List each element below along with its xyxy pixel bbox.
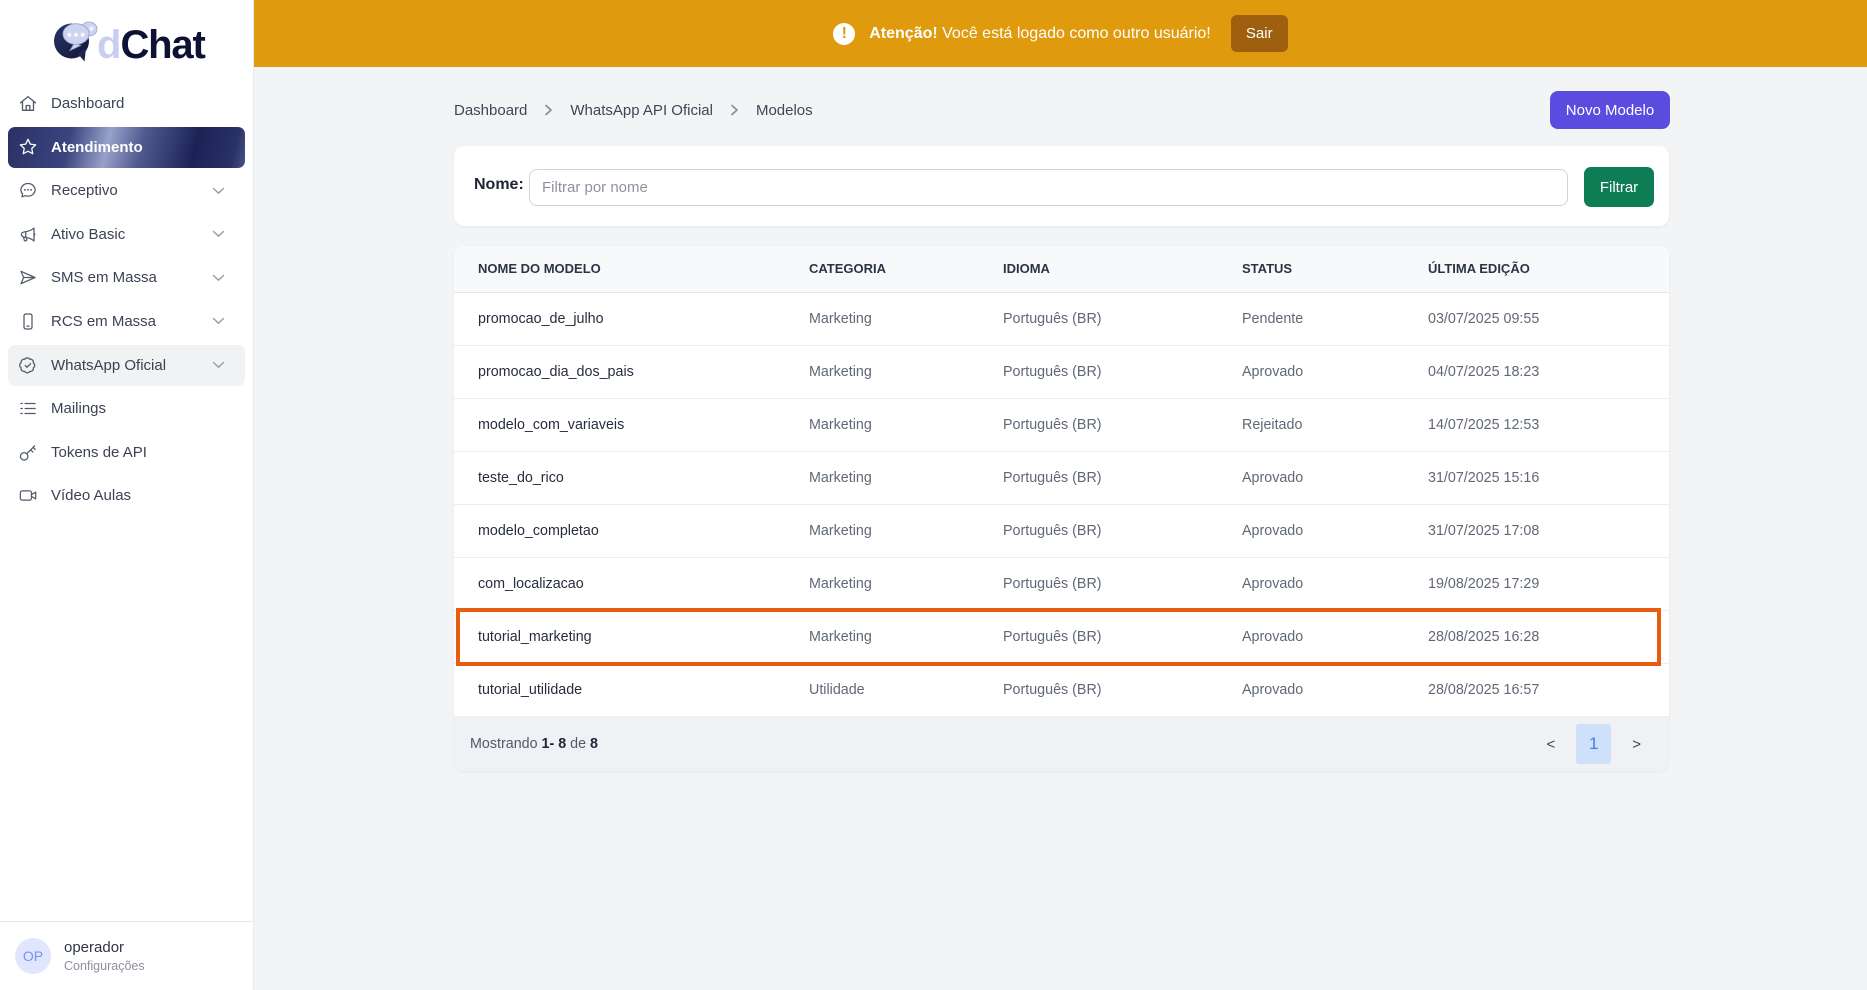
- svg-text:d: d: [97, 23, 120, 67]
- svg-text:Chat: Chat: [121, 23, 206, 67]
